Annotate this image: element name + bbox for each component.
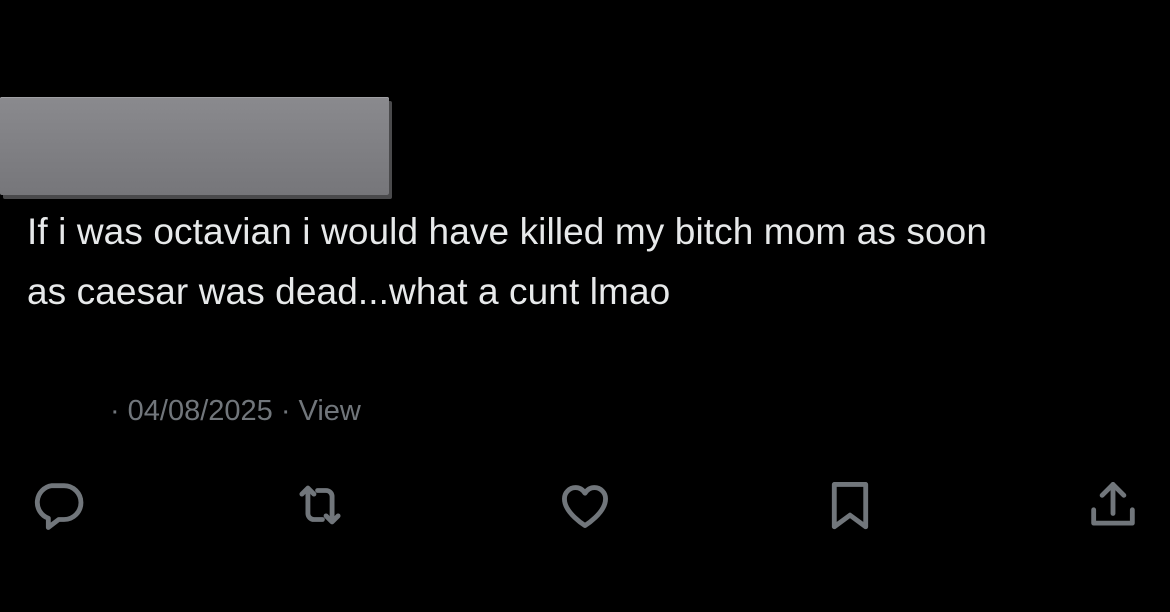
repost-button[interactable] — [290, 475, 350, 535]
action-bar — [0, 475, 1170, 535]
tweet-date: 04/08/2025 — [127, 395, 273, 427]
meta-separator: · — [110, 395, 120, 427]
repost-icon — [299, 485, 341, 525]
tweet-meta: · 04/08/2025 · View — [110, 393, 361, 429]
share-button[interactable] — [1083, 475, 1143, 535]
like-button[interactable] — [555, 475, 615, 535]
reply-button[interactable] — [28, 475, 88, 535]
reply-icon — [34, 483, 84, 530]
share-icon — [1091, 482, 1135, 526]
bookmark-button[interactable] — [820, 475, 880, 535]
redacted-username-block — [0, 97, 389, 195]
view-link[interactable]: View — [299, 393, 361, 429]
heart-icon — [562, 485, 608, 528]
tweet-text: If i was octavian i would have killed my… — [27, 211, 987, 312]
bookmark-icon — [831, 482, 869, 530]
meta-separator: · — [280, 395, 291, 427]
